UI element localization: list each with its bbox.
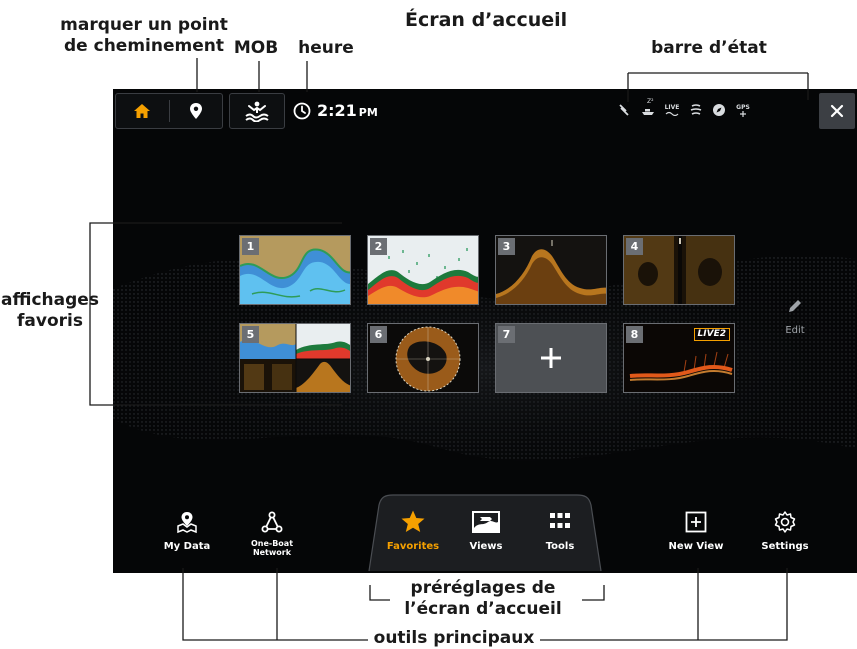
home-waypoint-group <box>115 93 223 129</box>
favorites-preset-label: Favorites <box>386 541 440 552</box>
antenna-icon <box>618 103 632 117</box>
plus-icon <box>541 348 561 368</box>
mark-waypoint-button[interactable] <box>170 94 223 128</box>
bottom-bar: My Data One-Boat Network Favorites Views <box>113 493 857 573</box>
favorite-view-7-add[interactable]: 7 <box>495 323 607 393</box>
favorite-number: 5 <box>242 326 259 343</box>
favorite-number: 6 <box>370 326 387 343</box>
views-preset-button[interactable]: Views <box>446 509 526 553</box>
presets-annotation: préréglages de l’écran d’accueil <box>392 578 574 620</box>
favorite-view-3[interactable]: 3 <box>495 235 607 305</box>
man-overboard-icon <box>245 101 269 122</box>
favorites-preset-button[interactable]: Favorites <box>373 509 453 553</box>
favorites-annotation: affichages favoris <box>0 290 100 332</box>
gps-indicator: GPS <box>736 103 750 111</box>
gps-icon: GPS <box>735 103 751 117</box>
waypoint-annotation: marquer un point de cheminement <box>56 15 232 57</box>
favorite-number: 7 <box>498 326 515 343</box>
map-pin-icon <box>177 512 197 534</box>
mob-button[interactable] <box>229 93 285 129</box>
my-data-label: My Data <box>163 541 211 552</box>
waypoint-pin-icon <box>189 103 202 119</box>
close-icon <box>830 104 844 118</box>
status-bar-annotation: barre d’état <box>651 38 767 58</box>
favorite-number: 8 <box>626 326 643 343</box>
views-preset-label: Views <box>469 541 503 552</box>
favorite-number: 1 <box>242 238 259 255</box>
one-boat-network-label: One-Boat Network <box>250 539 294 557</box>
presets-annotation-line2: l’écran d’accueil <box>404 599 562 619</box>
one-boat-network-button[interactable]: One-Boat Network <box>232 509 312 557</box>
boat-icon: Z² <box>641 98 655 117</box>
new-view-button[interactable]: New View <box>656 509 736 553</box>
status-bar[interactable]: Z² LIVE GPS <box>618 98 751 119</box>
page-title: Écran d’accueil <box>405 9 568 31</box>
views-icon <box>472 511 500 533</box>
home-button[interactable] <box>116 94 169 128</box>
mob-annotation: MOB <box>233 38 279 58</box>
sleep-indicator: Z² <box>647 98 654 105</box>
live-badge: LIVE2 <box>693 328 730 341</box>
favorite-number: 4 <box>626 238 643 255</box>
favorite-view-5[interactable]: 5 <box>239 323 351 393</box>
clock-display: 2:21 PM <box>293 101 378 120</box>
clock-ampm: PM <box>358 105 378 119</box>
home-icon <box>134 104 151 118</box>
settings-button[interactable]: Settings <box>745 509 825 553</box>
main-tools-annotation: outils principaux <box>373 628 535 648</box>
grid-icon <box>550 513 570 528</box>
favorite-view-4[interactable]: 4 <box>623 235 735 305</box>
my-data-button[interactable]: My Data <box>147 509 227 553</box>
top-bar: 2:21 PM Z² LIVE GPS <box>113 89 857 133</box>
favorite-view-1[interactable]: 1 <box>239 235 351 305</box>
live-indicator: LIVE <box>664 104 680 111</box>
add-square-icon <box>685 511 707 533</box>
settings-label: Settings <box>761 541 809 552</box>
favorites-annotation-line2: favoris <box>17 311 83 331</box>
live-icon: LIVE <box>664 103 680 117</box>
star-icon <box>401 510 425 532</box>
new-view-label: New View <box>668 541 724 552</box>
device-screen: 2:21 PM Z² LIVE GPS 1 2 3 4 5 6 7 8 LIVE… <box>113 89 857 573</box>
clock-icon <box>293 102 311 119</box>
tools-preset-label: Tools <box>545 541 575 552</box>
waypoint-annotation-line2: de cheminement <box>64 36 224 56</box>
presets-annotation-line1: préréglages de <box>410 578 556 598</box>
gear-icon <box>774 511 796 533</box>
network-icon <box>261 511 283 533</box>
favorite-view-2[interactable]: 2 <box>367 235 479 305</box>
favorites-annotation-line1: affichages <box>1 290 99 310</box>
favorite-view-6[interactable]: 6 <box>367 323 479 393</box>
edit-label: Edit <box>785 325 805 336</box>
favorite-number: 3 <box>498 238 515 255</box>
pencil-icon <box>789 300 801 312</box>
waypoint-annotation-line1: marquer un point <box>60 15 228 35</box>
compass-icon <box>712 103 726 117</box>
favorite-view-8[interactable]: 8 LIVE2 <box>623 323 735 393</box>
edit-button[interactable]: Edit <box>780 297 810 336</box>
favorite-number: 2 <box>370 238 387 255</box>
time-annotation: heure <box>298 38 354 58</box>
close-button[interactable] <box>819 93 855 129</box>
tools-preset-button[interactable]: Tools <box>520 509 600 553</box>
sonar-icon <box>689 103 703 117</box>
clock-time: 2:21 <box>317 101 357 120</box>
